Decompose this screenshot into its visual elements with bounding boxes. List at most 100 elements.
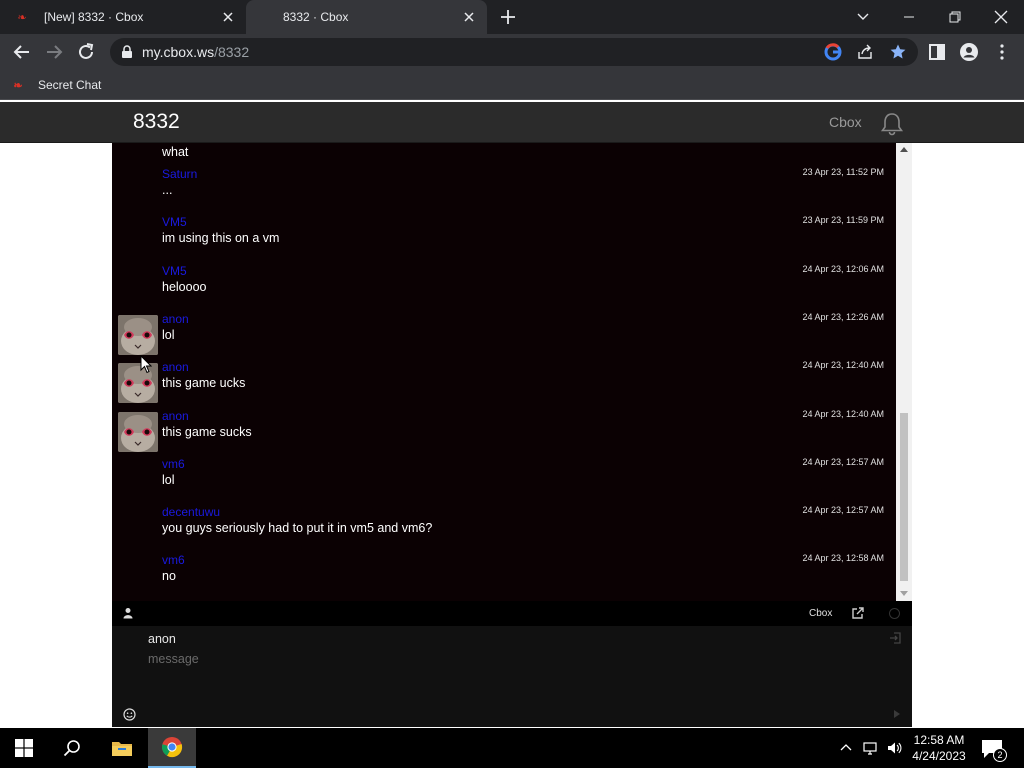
cbox-favicon-icon: ❧ (13, 79, 23, 92)
close-icon (994, 10, 1008, 24)
reload-icon[interactable] (76, 42, 96, 62)
message-username[interactable]: vm6 (162, 457, 185, 471)
user-avatar[interactable] (118, 363, 158, 404)
tab-title: [New] 8332 · Cbox (44, 10, 144, 24)
taskbar-file-explorer[interactable] (98, 728, 146, 768)
user-avatar[interactable] (118, 411, 158, 452)
message-text: heloooo (162, 279, 207, 294)
system-clock[interactable]: 12:58 AM 4/24/2023 (904, 732, 974, 764)
forward-arrow-icon[interactable] (44, 42, 64, 62)
chat-message: anon 24 Apr 23, 12:40 AM this game ucks (112, 360, 896, 408)
tab-search-button[interactable] (840, 0, 886, 34)
message-text: you guys seriously had to put it in vm5 … (162, 521, 433, 536)
cbox-footer-link[interactable]: Cbox (809, 608, 832, 619)
user-avatar[interactable] (118, 314, 158, 355)
message-username[interactable]: anon (162, 409, 189, 423)
close-tab-icon[interactable] (220, 9, 236, 25)
url-host: my.cbox.ws (142, 44, 215, 60)
kebab-menu-icon[interactable] (992, 42, 1012, 62)
share-icon[interactable] (856, 43, 874, 61)
chat-box: what Saturn 23 Apr 23, 11:52 PM... VM5 23 A… (112, 143, 912, 727)
message-username[interactable]: vm6 (162, 553, 185, 567)
mouse-cursor-icon (140, 355, 152, 374)
page-title: 8332 (133, 110, 180, 133)
side-panel-icon[interactable] (927, 42, 947, 62)
restore-button[interactable] (932, 0, 978, 34)
smiley-icon[interactable] (123, 708, 136, 721)
message-username[interactable]: Saturn (162, 167, 197, 181)
message-timestamp: 24 Apr 23, 12:58 AM (802, 553, 884, 564)
message-text: what (162, 145, 189, 159)
lock-icon[interactable] (120, 45, 134, 59)
message-input[interactable] (148, 652, 848, 702)
show-hidden-icons-chevron-icon[interactable] (838, 740, 854, 756)
message-timestamp: 24 Apr 23, 12:40 AM (802, 360, 884, 371)
chrome-icon (161, 737, 183, 758)
message-text: im using this on a vm (162, 231, 280, 246)
message-username[interactable]: VM5 (162, 264, 187, 278)
chat-message: Saturn 23 Apr 23, 11:52 PM... (112, 167, 896, 215)
clock-date: 4/24/2023 (912, 749, 966, 763)
google-icon[interactable] (824, 43, 842, 61)
url-text: my.cbox.ws/8332 (142, 44, 249, 60)
user-icon[interactable] (122, 607, 134, 619)
back-arrow-icon[interactable] (12, 42, 32, 62)
tab-new-8332-cbox[interactable]: ❧ [New] 8332 · Cbox (0, 0, 246, 34)
message-timestamp: 24 Apr 23, 12:57 AM (802, 456, 884, 467)
message-username[interactable]: anon (162, 312, 189, 326)
tab-8332-cbox[interactable]: 8332 · Cbox (246, 0, 487, 34)
send-arrow-icon[interactable] (894, 710, 900, 718)
taskbar-search-button[interactable] (48, 728, 96, 768)
restore-icon (949, 11, 961, 23)
tab-title: 8332 · Cbox (283, 10, 349, 24)
external-link-icon[interactable] (851, 606, 865, 620)
chat-message: VM5 24 Apr 23, 12:06 AM heloooo (112, 264, 896, 312)
scroll-down-arrow-icon[interactable] (900, 591, 908, 596)
star-bookmark-icon[interactable] (889, 43, 907, 61)
profile-avatar-icon[interactable] (959, 42, 979, 62)
minimize-button[interactable] (886, 0, 932, 34)
chat-message: vm6 24 Apr 23, 12:58 AM no (112, 553, 896, 601)
minimize-icon (904, 16, 914, 18)
taskbar-chrome[interactable] (148, 728, 196, 768)
message-timestamp: 23 Apr 23, 11:59 PM (802, 215, 884, 226)
url-path: /8332 (214, 44, 250, 60)
close-tab-icon[interactable] (461, 9, 477, 25)
message-username[interactable]: anon (162, 360, 189, 374)
cbox-favicon-icon: ❧ (17, 10, 27, 24)
start-button[interactable] (0, 728, 48, 768)
message-timestamp: 24 Apr 23, 12:26 AM (802, 311, 884, 322)
message-text: this game ucks (162, 376, 246, 391)
close-window-button[interactable] (978, 0, 1024, 34)
browser-tab-strip: ❧ [New] 8332 · Cbox 8332 · Cbox (0, 0, 1024, 34)
chevron-down-icon (857, 13, 869, 20)
login-icon[interactable] (889, 632, 901, 644)
page-header: 8332 Cbox (0, 102, 1024, 143)
bell-icon[interactable] (879, 111, 905, 137)
bookmark-secret-chat[interactable]: ❧ Secret Chat (10, 76, 101, 94)
message-username[interactable]: decentuwu (162, 505, 220, 519)
address-bar[interactable]: my.cbox.ws/8332 (110, 38, 918, 66)
message-timestamp: 24 Apr 23, 12:06 AM (802, 263, 884, 274)
windows-taskbar: 12:58 AM 4/24/2023 2 (0, 728, 1024, 768)
connection-status-icon (889, 608, 900, 619)
scrollbar[interactable] (896, 143, 912, 601)
network-icon[interactable] (862, 740, 878, 756)
message-text: this game sucks (162, 424, 252, 439)
scroll-up-arrow-icon[interactable] (900, 147, 908, 152)
message-text: ... (162, 183, 173, 197)
notification-count-badge: 2 (993, 748, 1007, 762)
volume-icon[interactable] (886, 740, 902, 756)
brand-link[interactable]: Cbox (829, 114, 862, 130)
scrollbar-thumb[interactable] (900, 413, 908, 581)
chat-message: vm6 24 Apr 23, 12:57 AM lol (112, 457, 896, 505)
windows-logo-icon (15, 739, 33, 757)
message-username[interactable]: VM5 (162, 215, 187, 229)
bookmarks-bar: ❧ Secret Chat (0, 70, 1024, 100)
name-input[interactable] (148, 630, 848, 648)
compose-area (112, 626, 912, 727)
new-tab-icon[interactable] (499, 8, 517, 26)
bookmark-label: Secret Chat (38, 78, 102, 92)
message-list[interactable]: what Saturn 23 Apr 23, 11:52 PM... VM5 23 A… (112, 143, 896, 601)
chat-message: decentuwu 24 Apr 23, 12:57 AM you guys ser… (112, 505, 896, 553)
